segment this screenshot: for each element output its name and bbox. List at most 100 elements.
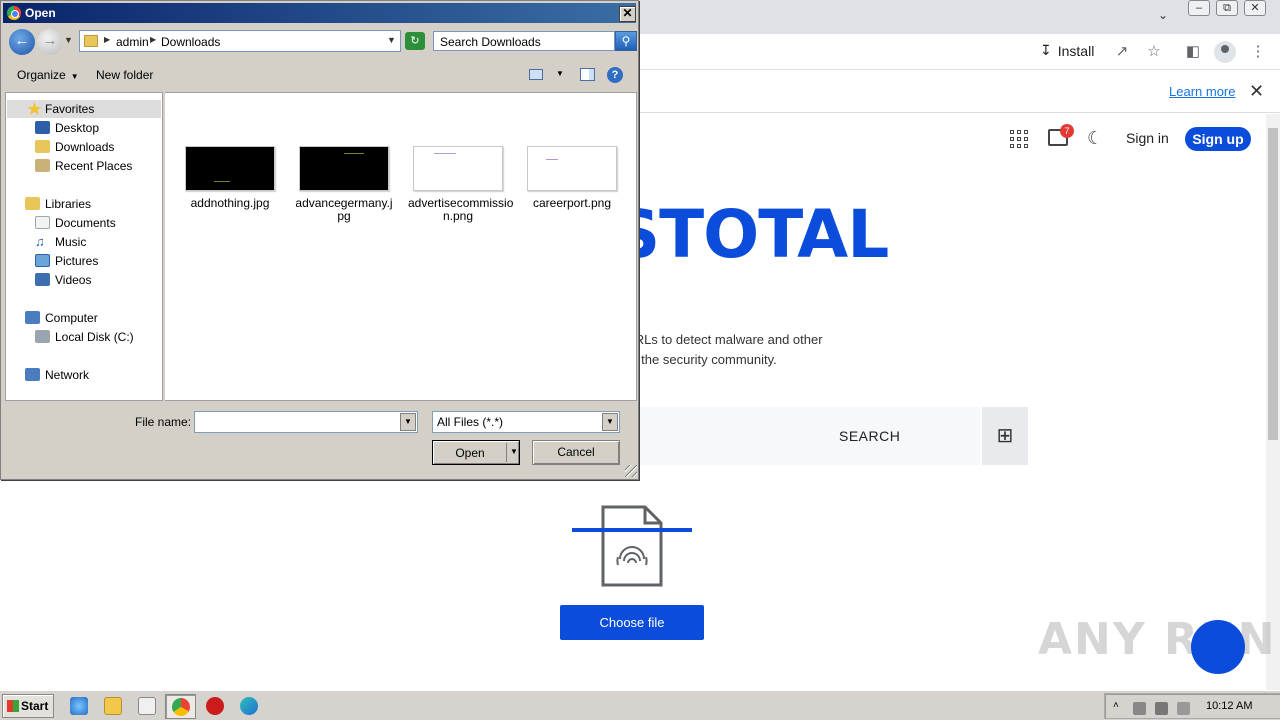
- dialog-close-button[interactable]: ✕: [619, 6, 636, 22]
- page-scrollbar[interactable]: [1266, 114, 1280, 690]
- scan-barcode-icon[interactable]: ⊞: [982, 407, 1028, 465]
- nav-music[interactable]: ♫ Music: [35, 233, 86, 251]
- dark-mode-icon[interactable]: ☾: [1087, 128, 1103, 149]
- edge-icon[interactable]: [240, 697, 258, 715]
- choose-file-button[interactable]: Choose file: [560, 605, 704, 640]
- change-view-icon[interactable]: [529, 69, 543, 80]
- nav-desktop-label: Desktop: [55, 121, 100, 135]
- dialog-footer: File name: ▼ All Files (*.*) ▼ Open ▼ Ca…: [3, 403, 638, 479]
- back-arrow-icon[interactable]: ←: [9, 29, 35, 55]
- search-tab-area[interactable]: [600, 407, 980, 465]
- tab-search-chevron-icon[interactable]: ⌄: [1158, 8, 1168, 22]
- file-name-input[interactable]: ▼: [194, 411, 418, 433]
- nav-libraries-label: Libraries: [45, 197, 92, 211]
- videos-icon: [35, 273, 50, 286]
- nav-music-label: Music: [55, 235, 87, 249]
- internet-explorer-icon[interactable]: [70, 697, 88, 715]
- start-button[interactable]: Start: [2, 694, 54, 718]
- windows-taskbar: Start ˄ 10:12 AM: [0, 690, 1280, 720]
- file-type-dropdown-icon[interactable]: ▼: [602, 413, 618, 431]
- chrome-taskbar-button[interactable]: [165, 694, 196, 719]
- nav-recent-places[interactable]: Recent Places: [35, 157, 132, 175]
- help-icon[interactable]: ?: [607, 67, 623, 83]
- address-dropdown-icon[interactable]: ▼: [387, 35, 396, 45]
- sign-up-button[interactable]: Sign up: [1185, 127, 1251, 151]
- taskbar-clock[interactable]: 10:12 AM: [1206, 700, 1252, 712]
- nav-downloads[interactable]: Downloads: [35, 138, 114, 156]
- preview-pane-icon[interactable]: [580, 68, 595, 81]
- nav-desktop[interactable]: Desktop: [35, 119, 99, 137]
- start-label: Start: [21, 699, 49, 713]
- infobar-close-icon[interactable]: ✕: [1249, 81, 1264, 102]
- nav-pictures[interactable]: Pictures: [35, 252, 98, 270]
- scrollbar-thumb[interactable]: [1268, 128, 1278, 440]
- breadcrumb-downloads[interactable]: Downloads: [161, 35, 220, 49]
- file-item[interactable]: addnothing.jpg: [180, 146, 280, 210]
- opera-icon[interactable]: [206, 697, 224, 715]
- learn-more-link[interactable]: Learn more: [1169, 84, 1235, 99]
- libraries-icon: [25, 197, 40, 210]
- cancel-button[interactable]: Cancel: [532, 440, 620, 465]
- dialog-title-bar[interactable]: Open ✕: [3, 3, 636, 23]
- nav-local-disk[interactable]: Local Disk (C:): [35, 328, 134, 346]
- nav-favorites[interactable]: Favorites: [7, 100, 161, 118]
- new-folder-button[interactable]: New folder: [96, 68, 153, 82]
- nav-libraries[interactable]: Libraries: [25, 195, 91, 213]
- address-bar[interactable]: ▶ admin ▶ Downloads ▼: [79, 30, 401, 52]
- favorites-star-icon: [27, 102, 42, 115]
- network-tray-icon[interactable]: [1155, 702, 1168, 715]
- computer-icon: [25, 311, 40, 324]
- chrome-app-icon: [7, 6, 21, 20]
- apps-grid-icon[interactable]: [1010, 130, 1028, 148]
- file-fingerprint-icon: [572, 505, 692, 587]
- share-icon[interactable]: ↗: [1113, 43, 1131, 61]
- side-panel-icon[interactable]: ◧: [1184, 43, 1202, 61]
- virustotal-description: and URLs to detect malware and other m w…: [600, 330, 920, 370]
- install-app-button[interactable]: ↧ Install: [1040, 42, 1094, 59]
- file-name-dropdown-icon[interactable]: ▼: [400, 413, 416, 431]
- open-button[interactable]: Open ▼: [432, 440, 520, 465]
- organize-menu[interactable]: Organize ▼: [17, 68, 79, 82]
- nav-computer[interactable]: Computer: [25, 309, 98, 327]
- dialog-title: Open: [25, 6, 56, 20]
- sign-in-link[interactable]: Sign in: [1126, 130, 1169, 146]
- media-player-icon[interactable]: [138, 697, 156, 715]
- close-window-button[interactable]: ✕: [1244, 0, 1266, 16]
- chat-fab-button[interactable]: [1191, 620, 1245, 674]
- bookmark-star-icon[interactable]: ☆: [1145, 43, 1163, 61]
- network-icon: [25, 368, 40, 381]
- show-hidden-icons-icon[interactable]: ˄: [1113, 700, 1126, 713]
- view-options-chevron-icon[interactable]: ▼: [556, 69, 564, 78]
- refresh-icon[interactable]: ↻: [405, 32, 425, 50]
- browser-menu-icon[interactable]: ⋮: [1249, 43, 1267, 61]
- minimize-button[interactable]: –: [1188, 0, 1210, 16]
- recent-locations-chevron-icon[interactable]: ▼: [64, 35, 73, 45]
- breadcrumb-separator-icon[interactable]: ▶: [150, 35, 156, 44]
- description-line: m with the security community.: [600, 352, 777, 367]
- file-list-pane[interactable]: addnothing.jpg advancegermany.j pg adver…: [165, 92, 637, 401]
- chevron-down-icon: ▼: [70, 72, 79, 81]
- nav-documents[interactable]: Documents: [35, 214, 116, 232]
- breadcrumb-separator-icon[interactable]: ▶: [104, 35, 110, 44]
- search-icon[interactable]: ⚲: [615, 31, 637, 51]
- open-options-chevron-icon[interactable]: ▼: [510, 447, 518, 456]
- action-center-flag-icon[interactable]: [1177, 702, 1190, 715]
- file-type-select[interactable]: All Files (*.*) ▼: [432, 411, 620, 433]
- forward-arrow-icon[interactable]: →: [37, 29, 63, 55]
- nav-network[interactable]: Network: [25, 366, 89, 384]
- file-item[interactable]: careerport.png: [522, 146, 622, 210]
- volume-icon[interactable]: [1133, 702, 1146, 715]
- search-downloads-input[interactable]: Search Downloads: [433, 31, 615, 51]
- file-thumbnail: [185, 146, 275, 191]
- file-item[interactable]: advancegermany.j pg: [294, 146, 394, 223]
- organize-label: Organize: [17, 68, 66, 82]
- thumbnail-detail: [344, 153, 364, 154]
- search-tab[interactable]: SEARCH: [839, 428, 900, 444]
- resize-grip-icon[interactable]: [625, 465, 637, 477]
- restore-button[interactable]: ⧉: [1216, 0, 1238, 16]
- breadcrumb-admin[interactable]: admin: [116, 35, 149, 49]
- file-item[interactable]: advertisecommissio n.png: [408, 146, 513, 223]
- nav-videos[interactable]: Videos: [35, 271, 91, 289]
- file-explorer-icon[interactable]: [104, 697, 122, 715]
- profile-avatar-icon[interactable]: [1214, 41, 1236, 63]
